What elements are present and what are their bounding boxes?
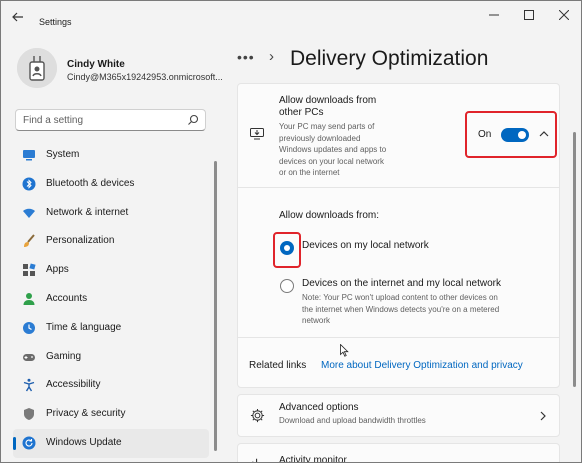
sidebar-item-label: Accounts [46,292,88,304]
bluetooth-icon [22,177,36,191]
sidebar-item-label: Personalization [46,235,115,247]
sidebar-item-apps[interactable]: Apps [13,256,209,285]
advanced-options-card[interactable]: Advanced options Download and upload ban… [237,394,560,437]
option-local-network-label[interactable]: Devices on my local network [302,240,429,251]
option-internet-note: Note: Your PC won't upload content to ot… [302,293,500,325]
gamepad-icon [23,353,35,361]
person-icon [23,292,35,305]
sidebar-item-bluetooth[interactable]: Bluetooth & devices [13,170,209,199]
sidebar-item-label: Gaming [46,350,82,362]
shield-icon [24,408,34,421]
back-button[interactable] [9,10,27,26]
search-box[interactable]: Find a setting [15,109,206,131]
advanced-options-description: Download and upload bandwidth throttles [279,416,426,425]
search-input[interactable]: Find a setting [23,115,83,126]
sidebar-nav: System Bluetooth & devices Network & int… [13,141,209,458]
sidebar-item-accounts[interactable]: Accounts [13,285,209,314]
windows-update-icon [22,436,36,450]
gear-icon [250,408,265,423]
user-email: Cindy@M365x19242953.onmicrosoft... [67,72,223,82]
content-scrollbar[interactable] [573,132,576,387]
title-bar: Settings [1,1,581,35]
sidebar-item-label: Apps [46,264,69,276]
content-area: Allow downloads from other PCs Your PC m… [237,83,561,463]
sidebar-item-network[interactable]: Network & internet [13,199,209,228]
highlight-radio [273,232,301,268]
activity-chart-icon [252,458,258,462]
breadcrumb-more-button[interactable]: ••• [237,49,255,65]
sidebar-item-gaming[interactable]: Gaming [13,343,209,372]
advanced-options-title: Advanced options [279,402,359,413]
sidebar-item-label: Time & language [46,321,122,333]
activity-monitor-title: Activity monitor [279,455,347,463]
activity-monitor-card[interactable]: Activity monitor [237,443,560,463]
privacy-link[interactable]: More about Delivery Optimization and pri… [321,360,523,371]
download-pc-icon [250,128,264,140]
sidebar-item-personalization[interactable]: Personalization [13,227,209,256]
back-arrow-icon [12,12,23,22]
sidebar-item-label: Bluetooth & devices [46,177,135,189]
sidebar-item-label: System [46,149,80,160]
related-links-label: Related links [249,360,307,371]
allow-downloads-description: Your PC may send parts of previously dow… [279,122,387,177]
allow-from-heading: Allow downloads from: [279,210,380,221]
minimize-icon [489,14,499,16]
divider [238,187,559,188]
radio-internet-and-local[interactable] [280,279,294,293]
minimize-button[interactable] [484,9,504,25]
badge-avatar-icon [17,48,57,88]
chevron-right-icon [540,411,546,421]
allow-downloads-title: Allow downloads from other PCs [279,95,377,118]
search-icon [188,114,199,125]
delivery-optimization-card: Allow downloads from other PCs Your PC m… [237,83,560,388]
apps-icon [23,263,36,277]
highlight-toggle [465,111,557,158]
divider [238,337,559,338]
sidebar-item-windows-update[interactable]: Windows Update [13,428,209,458]
accessibility-icon [23,379,35,392]
sidebar-item-label: Accessibility [46,379,101,391]
user-name: Cindy White [67,59,125,70]
brush-icon [24,234,35,248]
close-button[interactable] [554,9,574,25]
maximize-button[interactable] [519,9,539,25]
wifi-icon [23,208,35,218]
sidebar-item-privacy-security[interactable]: Privacy & security [13,400,209,429]
sidebar-scrollbar[interactable] [214,161,217,451]
mouse-cursor-icon [340,344,349,357]
option-internet-label[interactable]: Devices on the internet and my local net… [302,278,501,289]
close-icon [558,9,570,21]
app-title: Settings [39,17,72,27]
page-title: Delivery Optimization [290,47,489,70]
sidebar-item-time-language[interactable]: Time & language [13,314,209,343]
sidebar-item-label: Windows Update [46,436,122,448]
avatar[interactable] [17,48,57,88]
sidebar-item-label: Privacy & security [46,408,126,420]
sidebar-item-system[interactable]: System [13,141,209,170]
sidebar-item-label: Network & internet [46,206,129,218]
monitor-icon [23,150,35,161]
settings-window: Settings Cindy White Cindy@M365x19242953… [0,0,582,463]
clock-globe-icon [23,321,35,334]
sidebar-item-accessibility[interactable]: Accessibility [13,371,209,400]
breadcrumb-separator: › [269,48,274,65]
maximize-icon [524,10,534,20]
